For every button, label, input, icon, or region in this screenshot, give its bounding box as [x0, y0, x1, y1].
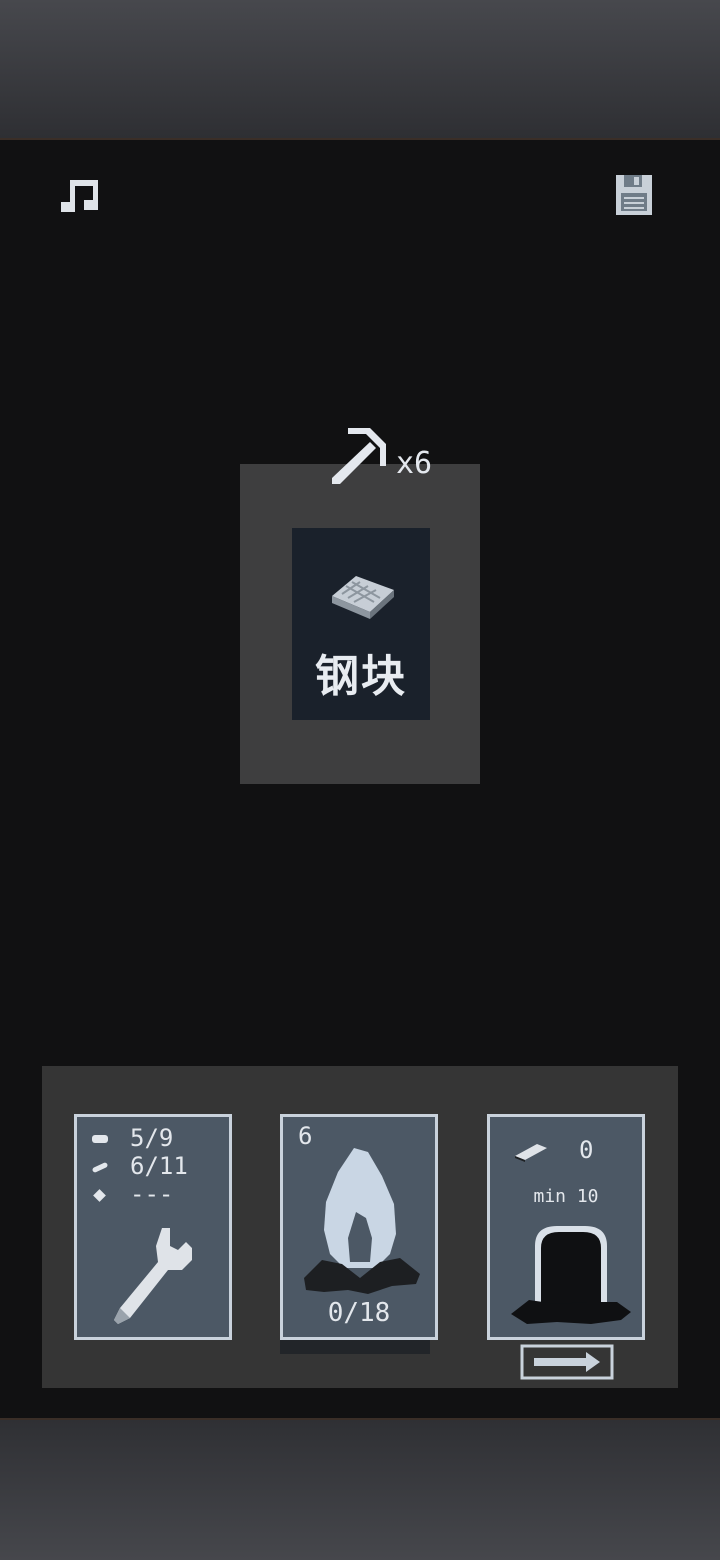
stick-icon [91, 1161, 109, 1173]
stat-row-stick: 6/11 [91, 1152, 188, 1180]
device-top-bar [0, 0, 720, 138]
stone-icon [92, 1135, 108, 1143]
ingot-count: 0 [579, 1136, 594, 1164]
stat-gem-value: --- [130, 1180, 174, 1208]
campfire-slot-shadow [280, 1340, 430, 1354]
save-button[interactable] [614, 173, 656, 217]
music-toggle-button[interactable] [58, 176, 102, 216]
stat-stone-value: 5/9 [130, 1124, 174, 1152]
campfire-slot[interactable]: 6 0/18 [280, 1114, 438, 1340]
next-arrow-button[interactable] [520, 1344, 614, 1380]
furnace-icon [511, 1226, 631, 1324]
floppy-disk-icon [616, 175, 652, 215]
stat-row-gem: --- [92, 1180, 173, 1208]
device-bottom-bar [0, 1420, 720, 1560]
furnace-slot[interactable]: 0 min 10 [487, 1114, 645, 1340]
campfire-icon [304, 1148, 420, 1294]
ingot-icon [515, 1144, 547, 1162]
gem-icon [93, 1188, 106, 1202]
game-area-top-edge [0, 138, 720, 140]
tools-slot[interactable]: 5/9 6/11 --- [74, 1114, 232, 1340]
stat-row-stone: 5/9 [92, 1124, 173, 1152]
wrench-icon [114, 1228, 192, 1324]
pickaxe-icon [332, 428, 386, 484]
pickaxe-multiplier: x6 [396, 446, 433, 481]
stat-stick-value: 6/11 [130, 1152, 188, 1180]
steel-block-icon [332, 576, 394, 619]
game-area-bottom-edge [0, 1418, 720, 1420]
music-note-icon [61, 180, 98, 212]
fire-progress: 0/18 [327, 1298, 391, 1328]
furnace-min-label: min 10 [533, 1186, 599, 1207]
arrow-right-icon [534, 1352, 600, 1372]
block-name: 钢块 [315, 651, 407, 702]
